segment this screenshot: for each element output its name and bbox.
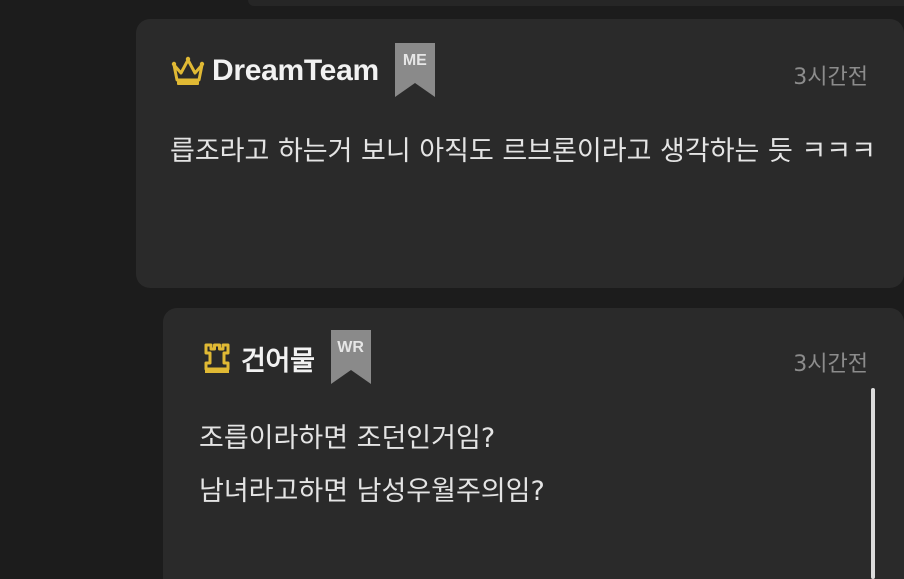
reply-card: 건어물 WR 3시간전 조릅이라하면 조던인거임? 남녀라고하면 남성우월주의임… (163, 308, 904, 579)
comments-page: DreamTeam ME 3시간전 릅조라고 하는거 보니 아직도 르브론이라고… (0, 0, 904, 579)
reply-line: 조릅이라하면 조던인거임? (199, 423, 496, 454)
wr-tag-label: WR (337, 339, 364, 356)
crown-icon (170, 53, 206, 89)
comment-text: 릅조라고 하는거 보니 아직도 르브론이라고 생각하는 듯 ㅋㅋㅋ (170, 136, 876, 167)
scrollbar[interactable] (871, 388, 875, 579)
comment-card: DreamTeam ME 3시간전 릅조라고 하는거 보니 아직도 르브론이라고… (136, 19, 904, 288)
reply-header: 건어물 WR (199, 330, 371, 384)
comment-username[interactable]: DreamTeam (212, 54, 379, 88)
rook-icon (199, 340, 235, 376)
reply-line: 남녀라고하면 남성우월주의임? (199, 476, 545, 507)
me-tag-label: ME (402, 52, 427, 69)
comment-header: DreamTeam ME (170, 43, 435, 97)
previous-card-edge (248, 0, 904, 6)
comment-timestamp: 3시간전 (793, 65, 868, 90)
me-tag-badge: ME (394, 43, 435, 97)
wr-tag-badge: WR (330, 330, 371, 384)
reply-timestamp: 3시간전 (793, 352, 868, 377)
reply-username[interactable]: 건어물 (241, 339, 315, 378)
reply-text: 조릅이라하면 조던인거임? 남녀라고하면 남성우월주의임? (199, 412, 859, 518)
